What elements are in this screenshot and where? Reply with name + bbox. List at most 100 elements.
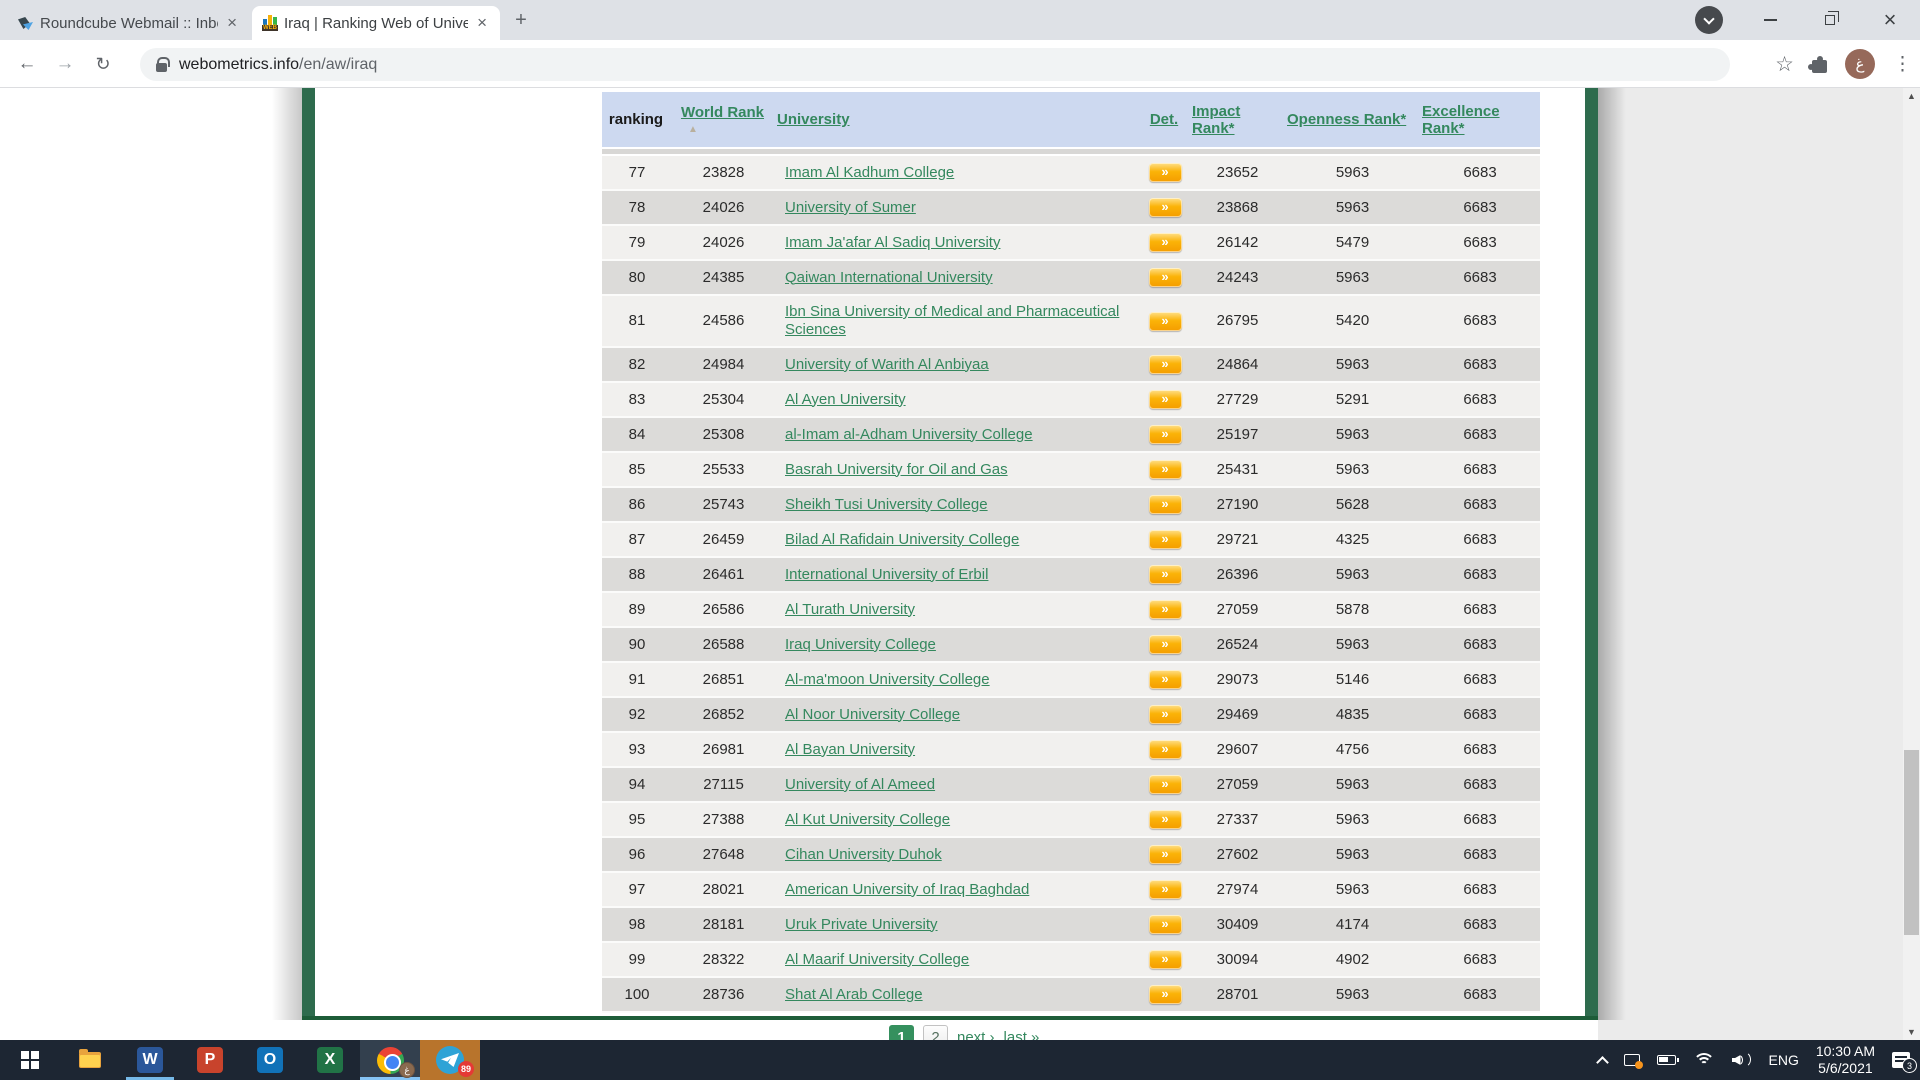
taskbar-excel[interactable]: X xyxy=(300,1040,360,1080)
university-link[interactable]: Qaiwan International University xyxy=(785,269,993,286)
world-rank-cell: 25533 xyxy=(672,452,775,487)
university-link[interactable]: Imam Al Kadhum College xyxy=(785,164,954,181)
new-tab-button[interactable]: + xyxy=(508,8,534,34)
details-button[interactable]: » xyxy=(1149,355,1182,374)
impact-rank-cell: 29721 xyxy=(1190,522,1285,557)
details-button[interactable]: » xyxy=(1149,163,1182,182)
language-indicator[interactable]: ENG xyxy=(1769,1052,1799,1068)
start-button[interactable] xyxy=(0,1040,60,1080)
tab-search-button[interactable] xyxy=(1695,6,1723,34)
details-button[interactable]: » xyxy=(1149,740,1182,759)
university-link[interactable]: Shat Al Arab College xyxy=(785,986,923,1003)
battery-icon[interactable] xyxy=(1657,1055,1676,1065)
scrollbar-thumb[interactable] xyxy=(1904,750,1919,935)
header-openness-rank[interactable]: Openness Rank* xyxy=(1285,92,1420,148)
university-link[interactable]: Al Maarif University College xyxy=(785,951,969,968)
forward-button[interactable]: → xyxy=(52,51,78,77)
details-button[interactable]: » xyxy=(1149,915,1182,934)
details-button[interactable]: » xyxy=(1149,495,1182,514)
details-button[interactable]: » xyxy=(1149,312,1182,331)
university-link[interactable]: University of Warith Al Anbiyaa xyxy=(785,356,989,373)
taskbar-outlook[interactable]: O xyxy=(240,1040,300,1080)
header-university[interactable]: University xyxy=(775,92,1140,148)
university-link[interactable]: Al Kut University College xyxy=(785,811,950,828)
details-button[interactable]: » xyxy=(1149,635,1182,654)
university-link[interactable]: Ibn Sina University of Medical and Pharm… xyxy=(785,303,1119,338)
university-link[interactable]: Bilad Al Rafidain University College xyxy=(785,531,1019,548)
university-link[interactable]: Al Noor University College xyxy=(785,706,960,723)
minimize-button[interactable] xyxy=(1740,0,1800,40)
tray-expand-chevron-icon[interactable] xyxy=(1598,1054,1607,1067)
taskbar-chrome[interactable]: غ xyxy=(360,1040,420,1080)
university-link[interactable]: Iraq University College xyxy=(785,636,936,653)
page-scrollbar[interactable]: ▲ ▼ xyxy=(1903,88,1920,1040)
university-link[interactable]: University of Sumer xyxy=(785,199,916,216)
close-button[interactable]: × xyxy=(1860,0,1920,40)
openness-rank-cell: 5963 xyxy=(1285,417,1420,452)
lock-icon[interactable] xyxy=(156,63,167,72)
scrollbar-up-arrow-icon[interactable]: ▲ xyxy=(1903,88,1920,104)
header-impact-rank[interactable]: Impact Rank* xyxy=(1190,92,1285,148)
address-bar[interactable]: webometrics.info/en/aw/iraq xyxy=(140,48,1730,81)
details-button[interactable]: » xyxy=(1149,425,1182,444)
header-det[interactable]: Det. xyxy=(1140,92,1190,148)
extensions-puzzle-icon[interactable] xyxy=(1812,60,1827,73)
taskbar-word[interactable]: W xyxy=(120,1040,180,1080)
university-link[interactable]: Sheikh Tusi University College xyxy=(785,496,988,513)
university-link[interactable]: Al Turath University xyxy=(785,601,915,618)
impact-rank-cell: 26142 xyxy=(1190,225,1285,260)
details-button[interactable]: » xyxy=(1149,880,1182,899)
details-button[interactable]: » xyxy=(1149,845,1182,864)
details-button[interactable]: » xyxy=(1149,705,1182,724)
details-button[interactable]: » xyxy=(1149,985,1182,1004)
university-link[interactable]: American University of Iraq Baghdad xyxy=(785,881,1029,898)
taskbar-file-explorer[interactable] xyxy=(60,1040,120,1080)
tab-webometrics-iraq[interactable]: WEB Iraq | Ranking Web of Universitie × xyxy=(252,6,500,40)
url-path: /en/aw/iraq xyxy=(299,56,377,73)
bookmark-star-icon[interactable]: ☆ xyxy=(1775,52,1794,77)
display-sync-icon[interactable] xyxy=(1624,1054,1640,1066)
tab-close-icon[interactable]: × xyxy=(474,13,490,33)
details-button[interactable]: » xyxy=(1149,670,1182,689)
reload-button[interactable]: ↻ xyxy=(90,51,116,77)
details-button[interactable]: » xyxy=(1149,775,1182,794)
university-link[interactable]: Al Ayen University xyxy=(785,391,906,408)
volume-icon[interactable] xyxy=(1732,1053,1752,1067)
header-world-rank[interactable]: World Rank▲ xyxy=(672,92,775,148)
university-link[interactable]: Al-ma'moon University College xyxy=(785,671,990,688)
taskbar-powerpoint[interactable]: P xyxy=(180,1040,240,1080)
profile-avatar[interactable]: غ xyxy=(1845,49,1875,79)
tab-roundcube-webmail[interactable]: Roundcube Webmail :: Inbox × xyxy=(8,6,250,40)
university-link[interactable]: Al Bayan University xyxy=(785,741,915,758)
header-excellence-rank[interactable]: Excellence Rank* xyxy=(1420,92,1540,148)
back-button[interactable]: ← xyxy=(14,51,40,77)
details-button[interactable]: » xyxy=(1149,950,1182,969)
university-link[interactable]: International University of Erbil xyxy=(785,566,988,583)
action-center-icon[interactable]: 3 xyxy=(1892,1052,1910,1068)
university-link[interactable]: Cihan University Duhok xyxy=(785,846,942,863)
scrollbar-down-arrow-icon[interactable]: ▼ xyxy=(1903,1024,1920,1040)
details-button[interactable]: » xyxy=(1149,810,1182,829)
taskbar-telegram[interactable]: 89 xyxy=(420,1040,480,1080)
university-link[interactable]: al-Imam al-Adham University College xyxy=(785,426,1033,443)
tab-close-icon[interactable]: × xyxy=(224,13,240,33)
maximize-button[interactable] xyxy=(1800,0,1860,40)
university-link[interactable]: Uruk Private University xyxy=(785,916,938,933)
wifi-icon[interactable] xyxy=(1693,1053,1715,1068)
clock[interactable]: 10:30 AM 5/6/2021 xyxy=(1816,1043,1875,1077)
ranking-cell: 93 xyxy=(602,732,672,767)
openness-rank-cell: 5878 xyxy=(1285,592,1420,627)
details-button[interactable]: » xyxy=(1149,565,1182,584)
university-link[interactable]: University of Al Ameed xyxy=(785,776,935,793)
excellence-rank-cell: 6683 xyxy=(1420,872,1540,907)
details-button[interactable]: » xyxy=(1149,530,1182,549)
university-link[interactable]: Basrah University for Oil and Gas xyxy=(785,461,1008,478)
details-button[interactable]: » xyxy=(1149,268,1182,287)
details-button[interactable]: » xyxy=(1149,198,1182,217)
details-button[interactable]: » xyxy=(1149,390,1182,409)
details-button[interactable]: » xyxy=(1149,233,1182,252)
details-button[interactable]: » xyxy=(1149,600,1182,619)
details-button[interactable]: » xyxy=(1149,460,1182,479)
browser-menu-icon[interactable]: ⋮ xyxy=(1893,53,1912,76)
university-link[interactable]: Imam Ja'afar Al Sadiq University xyxy=(785,234,1000,251)
